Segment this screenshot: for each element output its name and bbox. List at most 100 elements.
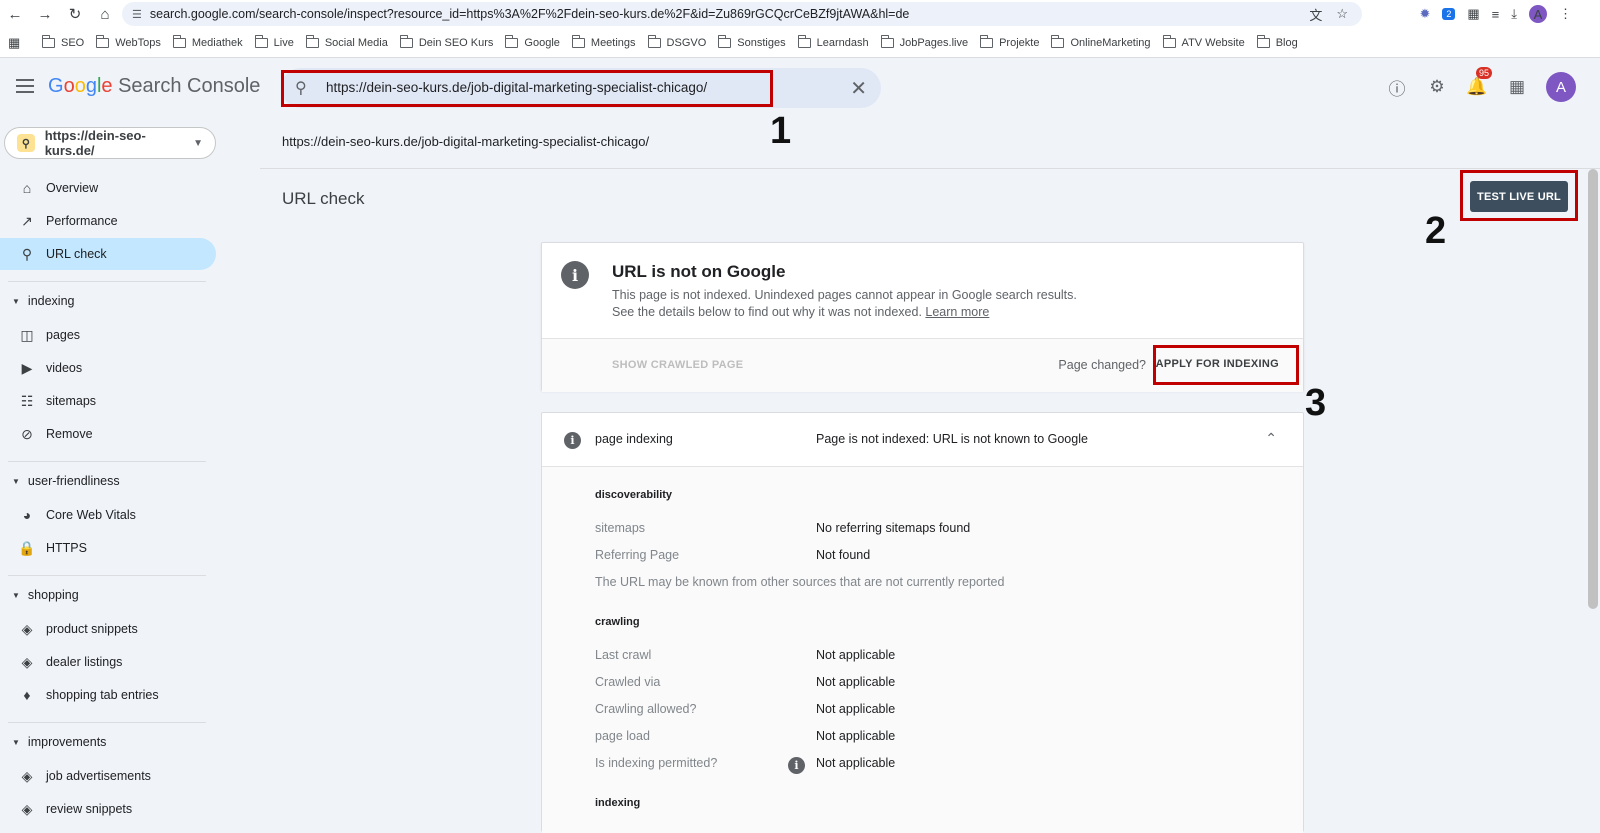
account-avatar[interactable]: A — [1546, 72, 1576, 102]
info-icon[interactable]: i — [788, 757, 805, 774]
bookmark-folder[interactable]: Meetings — [571, 34, 636, 49]
bookmark-folder[interactable]: Live — [254, 34, 294, 49]
group-heading: indexing — [595, 797, 641, 809]
forward-icon[interactable]: → — [30, 0, 60, 28]
sidebar-section-toggle[interactable]: ▼ user-friendliness — [12, 474, 120, 488]
page-indexing-details: discoverability sitemaps No referring si… — [542, 467, 1303, 833]
clear-search-icon[interactable]: ✕ — [850, 76, 867, 101]
address-bar[interactable]: ☰ search.google.com/search-console/inspe… — [122, 2, 1362, 26]
info-icon: i — [561, 261, 589, 289]
folder-icon — [647, 34, 661, 48]
status-title: URL is not on Google — [612, 262, 786, 281]
sidebar-item-overview[interactable]: ⌂ Overview — [0, 172, 216, 204]
translate-icon[interactable]: 文 — [1309, 5, 1322, 24]
apps-grid-icon[interactable]: ▦ — [8, 35, 30, 51]
bookmark-label: Google — [524, 36, 560, 49]
caret-down-icon: ▼ — [12, 737, 20, 747]
tag-icon: ♦ — [23, 687, 31, 703]
sidebar-item-videos[interactable]: ▶ videos — [0, 352, 216, 384]
sidebar-item-remove[interactable]: ⊘ Remove — [0, 418, 216, 450]
bookmark-folder[interactable]: Blog — [1256, 34, 1298, 49]
hidden-icon: ⊘ — [21, 425, 33, 442]
bookmark-folder[interactable]: Google — [505, 34, 560, 49]
bookmark-folder[interactable]: Dein SEO Kurs — [399, 34, 493, 49]
search-icon: ⚲ — [21, 245, 33, 262]
videos-icon: ▶ — [21, 359, 33, 376]
sidebar-item-https[interactable]: 🔒 HTTPS — [0, 532, 216, 564]
bookmark-folder[interactable]: Sonstiges — [718, 34, 786, 49]
speed-icon: ◕ — [22, 507, 32, 523]
chevron-up-icon[interactable]: ⌃ — [1265, 430, 1277, 447]
app-logo[interactable]: Google Search Console — [48, 75, 260, 98]
step-number-3: 3 — [1305, 382, 1327, 424]
show-crawled-page-button[interactable]: SHOW CRAWLED PAGE — [612, 359, 743, 371]
profile-avatar[interactable]: A — [1529, 5, 1547, 23]
chevron-down-icon: ▼ — [193, 137, 203, 149]
sidebar-item-shopping-tab-entries[interactable]: ♦ shopping tab entries — [0, 679, 216, 711]
folder-icon — [254, 34, 268, 48]
sidebar-section-toggle[interactable]: ▼ shopping — [12, 588, 79, 602]
bookmark-star-icon[interactable]: ☆ — [1336, 6, 1348, 22]
status-line-1: This page is not indexed. Unindexed page… — [612, 288, 1077, 302]
property-selector[interactable]: ⚲ https://dein-seo-kurs.de/ ▼ — [4, 127, 216, 159]
extension-icon[interactable]: ✹ — [1419, 6, 1430, 22]
bookmark-folder[interactable]: ATV Website — [1162, 34, 1245, 49]
sidebar-item-url-check[interactable]: ⚲ URL check — [0, 238, 216, 270]
site-info-icon[interactable]: ☰ — [132, 8, 142, 21]
bookmark-folder[interactable]: OnlineMarketing — [1051, 34, 1151, 49]
back-icon[interactable]: ← — [0, 0, 30, 28]
download-icon[interactable]: ⤓ — [1511, 6, 1517, 22]
folder-icon — [980, 34, 994, 48]
extension-badge-icon[interactable]: 2 — [1442, 8, 1456, 20]
home-icon[interactable]: ⌂ — [90, 0, 120, 28]
sidebar-item-product-snippets[interactable]: ◈ product snippets — [0, 613, 216, 645]
sidebar-item-review-snippets[interactable]: ◈ review snippets — [0, 793, 216, 825]
reload-icon[interactable]: ↻ — [60, 0, 90, 28]
page-scrollbar[interactable] — [1588, 169, 1598, 609]
divider — [8, 722, 206, 723]
sidebar-item-performance[interactable]: ↗ Performance — [0, 205, 216, 237]
learn-more-link[interactable]: Learn more — [925, 305, 989, 319]
user-settings-icon[interactable]: ⚙ — [1426, 76, 1448, 98]
page-indexing-header[interactable]: i page indexing Page is not indexed: URL… — [542, 413, 1303, 467]
hamburger-menu-icon[interactable] — [16, 79, 34, 97]
sidebar-item-label: Core Web Vitals — [46, 508, 136, 522]
puzzle-icon[interactable]: ▦ — [1467, 6, 1479, 22]
sitemap-icon: ☷ — [20, 392, 34, 409]
help-icon[interactable]: ⓘ — [1386, 76, 1408, 99]
folder-icon — [96, 34, 110, 48]
bookmark-label: Mediathek — [191, 36, 243, 49]
sidebar-item-label: product snippets — [46, 622, 138, 636]
info-icon: i — [564, 432, 581, 449]
apps-grid-icon[interactable]: ▦ — [1506, 76, 1528, 98]
notifications-icon[interactable]: 🔔 95 — [1466, 67, 1493, 98]
inspected-url: https://dein-seo-kurs.de/job-digital-mar… — [282, 134, 650, 149]
bookmark-folder[interactable]: JobPages.live — [880, 34, 968, 49]
bookmark-folder[interactable]: Social Media — [305, 34, 388, 49]
bookmark-folder[interactable]: Learndash — [797, 34, 869, 49]
bookmark-folder[interactable]: DSGVO — [647, 34, 706, 49]
menu-icon[interactable]: ⋮ — [1559, 6, 1572, 22]
sidebar-section-toggle[interactable]: ▼ indexing — [12, 294, 75, 308]
folder-icon — [42, 34, 55, 48]
sidebar-section-toggle[interactable]: ▼ improvements — [12, 735, 106, 749]
sidebar-item-pages[interactable]: ◫ pages — [0, 319, 216, 351]
sidebar-item-label: URL check — [46, 247, 107, 261]
page-indexing-card: i page indexing Page is not indexed: URL… — [541, 412, 1304, 833]
row-label: Crawling allowed? — [595, 702, 697, 716]
row-value: Not applicable — [816, 648, 896, 662]
caret-down-icon: ▼ — [12, 476, 20, 486]
bookmark-folder[interactable]: Mediathek — [172, 34, 243, 49]
reading-list-icon[interactable]: ≡ — [1492, 7, 1500, 22]
bookmark-folder[interactable]: Projekte — [980, 34, 1040, 49]
bookmark-folder[interactable]: SEO — [42, 34, 84, 49]
sidebar-item-core-web-vitals[interactable]: ◕ Core Web Vitals — [0, 499, 216, 531]
bookmark-label: Projekte — [999, 36, 1040, 49]
sidebar-item-label: job advertisements — [46, 769, 151, 783]
sidebar-item-label: Remove — [46, 427, 93, 441]
sidebar-item-job-advertisements[interactable]: ◈ job advertisements — [0, 760, 216, 792]
sidebar-item-label: HTTPS — [46, 541, 87, 555]
sidebar-item-dealer-listings[interactable]: ◈ dealer listings — [0, 646, 216, 678]
sidebar-item-sitemaps[interactable]: ☷ sitemaps — [0, 385, 216, 417]
bookmark-folder[interactable]: WebTops — [96, 34, 161, 49]
